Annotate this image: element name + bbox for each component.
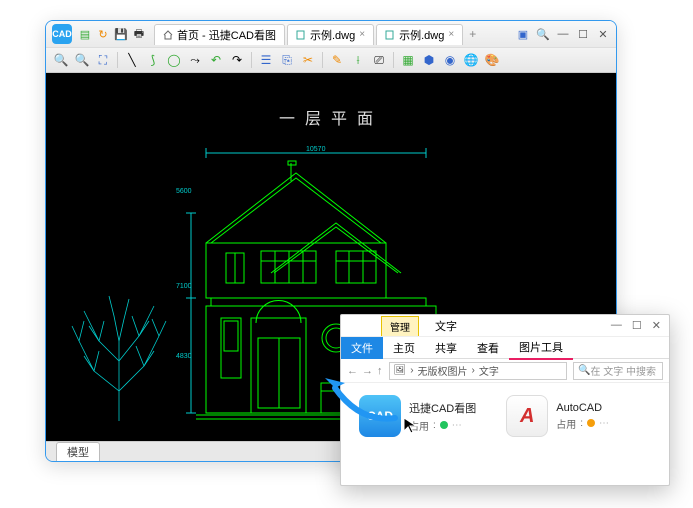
explorer-titlebar: 管理 文字 — ☐ ✕ — [341, 315, 669, 337]
nav-up-icon[interactable]: ↑ — [377, 365, 383, 377]
close-icon[interactable]: ✕ — [652, 319, 661, 332]
folder-icon: 🖼 — [394, 365, 407, 376]
arc-tool-icon[interactable]: ⟆ — [144, 51, 162, 69]
usage-dot-icon — [587, 419, 595, 427]
breadcrumb-seg[interactable]: 文字 — [479, 363, 499, 378]
file-explorer-window: 管理 文字 — ☐ ✕ 文件 主页 共享 查看 图片工具 ← → ↑ 🖼 › 无… — [340, 314, 670, 486]
tab-file-2[interactable]: 示例.dwg × — [376, 24, 463, 45]
measure-tool-icon[interactable]: ⟊ — [349, 51, 367, 69]
minimize-icon[interactable]: — — [611, 319, 622, 332]
circle-tool-icon[interactable]: ◯ — [165, 51, 183, 69]
search-icon: 🔍 — [578, 365, 590, 376]
tree-left — [64, 271, 174, 421]
dwg-file-icon — [385, 30, 395, 40]
ribbon-view[interactable]: 查看 — [467, 337, 509, 359]
nav-back-icon[interactable]: ← — [347, 365, 358, 377]
refresh-icon[interactable]: ↻ — [96, 27, 110, 41]
drawing-title: 一层平面 — [279, 105, 383, 129]
nav-buttons: ← → ↑ — [347, 365, 383, 377]
zoom-out-icon[interactable]: 🔍 — [73, 51, 91, 69]
file-name: 迅捷CAD看图 — [409, 400, 476, 416]
separator — [393, 52, 394, 68]
svg-text:5600: 5600 — [176, 188, 192, 195]
layer-tool-icon[interactable]: ☰ — [257, 51, 275, 69]
ribbon-share[interactable]: 共享 — [425, 337, 467, 359]
tab-file-1[interactable]: 示例.dwg × — [287, 24, 374, 45]
zoom-in-icon[interactable]: 🔍 — [52, 51, 70, 69]
3d-tool-icon[interactable]: ⬢ — [420, 51, 438, 69]
autocad-app-icon — [506, 395, 548, 437]
ribbon-home[interactable]: 主页 — [383, 337, 425, 359]
more-icon: ⋯ — [599, 418, 609, 429]
settings-tool-icon[interactable]: 🌐 — [462, 51, 480, 69]
tab-home[interactable]: 首页 - 迅捷CAD看图 — [154, 24, 285, 45]
dwg-file-icon — [296, 30, 306, 40]
app-logo-icon[interactable]: CAD — [52, 24, 72, 44]
zoom-extents-icon[interactable]: ⛶ — [94, 51, 112, 69]
search-icon[interactable]: 🔍 — [536, 27, 550, 41]
line-tool-icon[interactable]: ╲ — [123, 51, 141, 69]
text-tool-icon[interactable]: ⎚ — [370, 51, 388, 69]
explorer-search[interactable]: 🔍 在 文字 中搜索 — [573, 362, 663, 380]
tab-close-icon[interactable]: × — [359, 29, 365, 40]
render-tool-icon[interactable]: ◉ — [441, 51, 459, 69]
close-icon[interactable]: ✕ — [596, 27, 610, 41]
explorer-address-bar: ← → ↑ 🖼 › 无版权图片 › 文字 🔍 在 文字 中搜索 — [341, 359, 669, 383]
separator — [322, 52, 323, 68]
block-tool-icon[interactable]: ▦ — [399, 51, 417, 69]
minimize-icon[interactable]: — — [556, 27, 570, 41]
svg-text:10570: 10570 — [306, 146, 326, 153]
palette-tool-icon[interactable]: 🎨 — [483, 51, 501, 69]
copy-tool-icon[interactable]: ⎘ — [278, 51, 296, 69]
new-file-icon[interactable]: ▤ — [78, 27, 92, 41]
redo-tool-icon[interactable]: ↷ — [228, 51, 246, 69]
cad-viewer-app-icon: CAD — [359, 395, 401, 437]
ribbon-picture-tools[interactable]: 图片工具 — [509, 336, 573, 360]
save-icon[interactable]: 💾 — [114, 27, 128, 41]
home-icon — [163, 30, 173, 40]
nav-fwd-icon[interactable]: → — [362, 365, 373, 377]
file-item-cad-viewer[interactable]: CAD 迅捷CAD看图 占用: ⋯ — [359, 395, 476, 437]
print-icon[interactable]: 🖶 — [132, 27, 146, 41]
maximize-icon[interactable]: ☐ — [576, 27, 590, 41]
file-item-autocad[interactable]: AutoCAD 占用: ⋯ — [506, 395, 609, 437]
usage-dot-icon — [440, 421, 448, 429]
search-placeholder: 在 文字 中搜索 — [590, 363, 656, 378]
svg-text:7100: 7100 — [176, 283, 192, 290]
more-icon: ⋯ — [452, 420, 462, 431]
delete-tool-icon[interactable]: ✂ — [299, 51, 317, 69]
manage-tab[interactable]: 管理 — [381, 316, 419, 336]
window-controls: ▣ 🔍 — ☐ ✕ — [516, 27, 610, 41]
file-usage: 占用: ⋯ — [556, 416, 609, 431]
model-tab[interactable]: 模型 — [56, 442, 100, 461]
tab-add-icon[interactable]: + — [469, 27, 476, 41]
tab-label: 示例.dwg — [399, 27, 444, 43]
screenshot-icon[interactable]: ▣ — [516, 27, 530, 41]
separator — [251, 52, 252, 68]
separator — [117, 52, 118, 68]
tab-label: 示例.dwg — [310, 27, 355, 43]
explorer-window-controls: — ☐ ✕ — [611, 319, 669, 332]
main-toolbar: 🔍 🔍 ⛶ ╲ ⟆ ◯ ⤳ ↶ ↷ ☰ ⎘ ✂ ✎ ⟊ ⎚ ▦ ⬢ ◉ 🌐 🎨 — [46, 47, 616, 73]
maximize-icon[interactable]: ☐ — [632, 319, 642, 332]
edit-tool-icon[interactable]: ✎ — [328, 51, 346, 69]
file-usage: 占用: ⋯ — [409, 418, 476, 433]
titlebar: CAD ▤ ↻ 💾 🖶 首页 - 迅捷CAD看图 示例.dwg × 示例.dwg… — [46, 21, 616, 47]
file-name: AutoCAD — [556, 402, 609, 414]
tab-close-icon[interactable]: × — [448, 29, 454, 40]
breadcrumb-seg[interactable]: 无版权图片 — [418, 363, 468, 378]
tab-label: 首页 - 迅捷CAD看图 — [177, 27, 276, 43]
quick-access-toolbar: ▤ ↻ 💾 🖶 — [78, 27, 146, 41]
undo-tool-icon[interactable]: ↶ — [207, 51, 225, 69]
polyline-tool-icon[interactable]: ⤳ — [186, 51, 204, 69]
svg-text:4830: 4830 — [176, 353, 192, 360]
breadcrumb-path[interactable]: 🖼 › 无版权图片 › 文字 — [389, 362, 568, 380]
ribbon-file[interactable]: 文件 — [341, 337, 383, 359]
explorer-body: CAD 迅捷CAD看图 占用: ⋯ AutoCAD 占用: ⋯ — [341, 383, 669, 449]
explorer-ribbon: 文件 主页 共享 查看 图片工具 — [341, 337, 669, 359]
title-text: 文字 — [427, 316, 465, 336]
